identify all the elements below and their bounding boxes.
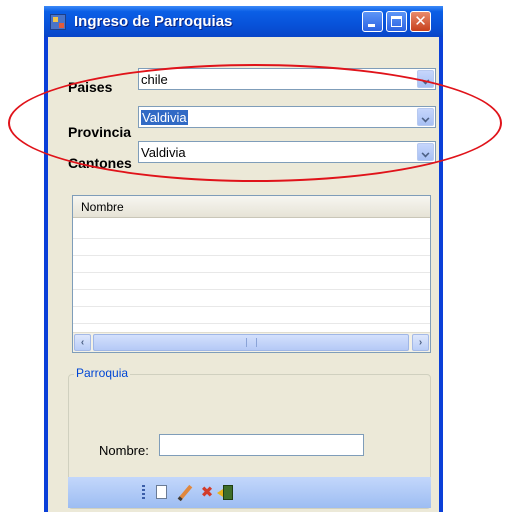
red-highlight-ellipse (8, 64, 502, 182)
horizontal-scrollbar[interactable]: ‹ › (73, 332, 430, 352)
toolbar-grip[interactable] (142, 485, 145, 501)
grid-row-line (73, 289, 430, 290)
grid-row-line (73, 255, 430, 256)
new-document-icon[interactable] (154, 484, 170, 502)
exit-door-icon[interactable] (217, 484, 235, 502)
grid-row-line (73, 272, 430, 273)
nombre-input[interactable] (159, 434, 364, 456)
maximize-icon (391, 16, 402, 27)
nombre-label: Nombre: (99, 443, 149, 458)
grid-row-line (73, 306, 430, 307)
minimize-button[interactable] (362, 11, 383, 32)
minimize-icon (368, 24, 375, 27)
grid-row-line (73, 323, 430, 324)
grid-header: Nombre (73, 196, 430, 218)
column-header-nombre[interactable]: Nombre (81, 200, 124, 214)
parroquias-grid[interactable]: Nombre ‹ › (72, 195, 431, 353)
grid-row-line (73, 238, 430, 239)
scroll-right-button[interactable]: › (412, 334, 429, 351)
edit-pencil-icon[interactable] (176, 484, 193, 502)
scroll-thumb[interactable] (93, 334, 409, 351)
close-icon: ✕ (414, 12, 427, 30)
grip-icon (246, 338, 257, 347)
delete-icon[interactable]: ✖ (199, 484, 215, 502)
parroquia-group-legend: Parroquia (74, 366, 131, 380)
maximize-button[interactable] (386, 11, 407, 32)
app-icon (50, 14, 66, 30)
toolbar: ✖ (68, 477, 431, 508)
close-button[interactable]: ✕ (410, 11, 431, 32)
scroll-left-button[interactable]: ‹ (74, 334, 91, 351)
title-bar[interactable]: Ingreso de Parroquias ✕ (44, 6, 443, 37)
window-title: Ingreso de Parroquias (74, 13, 233, 30)
